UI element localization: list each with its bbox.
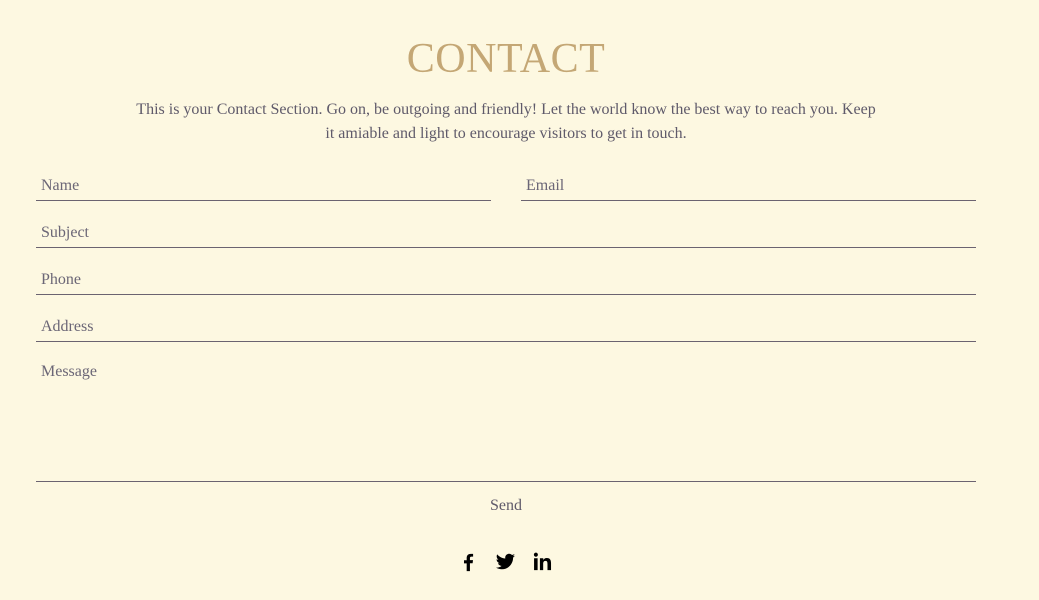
social-links (457, 550, 554, 573)
twitter-icon (495, 553, 516, 570)
phone-input[interactable] (36, 265, 976, 295)
facebook-icon (463, 553, 474, 572)
subject-input[interactable] (36, 218, 976, 248)
send-button[interactable]: Send (456, 492, 556, 520)
email-input[interactable] (521, 171, 976, 201)
linkedin-icon (533, 552, 552, 571)
address-input[interactable] (36, 312, 976, 342)
contact-intro: This is your Contact Section. Go on, be … (136, 101, 876, 142)
linkedin-link[interactable] (531, 550, 554, 573)
page-title: CONTACT (406, 36, 606, 82)
name-input[interactable] (36, 171, 491, 201)
message-textarea[interactable] (36, 356, 976, 482)
facebook-link[interactable] (457, 550, 480, 573)
twitter-link[interactable] (494, 550, 517, 573)
